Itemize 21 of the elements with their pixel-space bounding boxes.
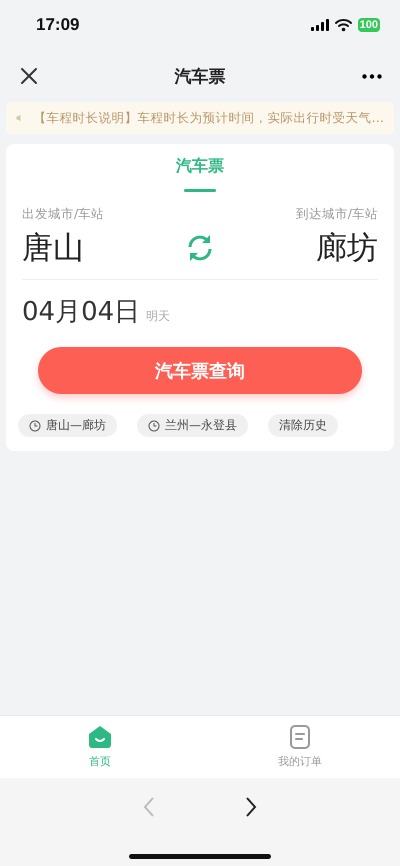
- close-icon[interactable]: [20, 67, 38, 85]
- history-chip[interactable]: 兰州—永登县: [137, 414, 248, 437]
- clock-icon: [148, 420, 160, 432]
- home-icon: [88, 725, 112, 749]
- history-chip[interactable]: 唐山—廊坊: [18, 414, 117, 437]
- travel-date[interactable]: 04月04日: [22, 294, 140, 329]
- page-title: 汽车票: [174, 66, 226, 88]
- forward-icon[interactable]: [245, 796, 257, 818]
- clear-history-button[interactable]: 清除历史: [268, 414, 338, 437]
- document-icon: [289, 725, 311, 749]
- more-icon[interactable]: [362, 74, 382, 78]
- departure-label: 出发城市/车站: [22, 206, 104, 223]
- wifi-icon: [334, 18, 352, 32]
- arrival-city[interactable]: 廊坊: [316, 227, 378, 269]
- battery-level: 100: [358, 18, 380, 32]
- clock-time: 17:09: [36, 15, 80, 35]
- weekday-label: 明天: [146, 308, 170, 325]
- signal-icon: [310, 19, 329, 31]
- clock-icon: [29, 420, 41, 432]
- arrival-label: 到达城市/车站: [296, 206, 378, 223]
- departure-city[interactable]: 唐山: [22, 227, 84, 269]
